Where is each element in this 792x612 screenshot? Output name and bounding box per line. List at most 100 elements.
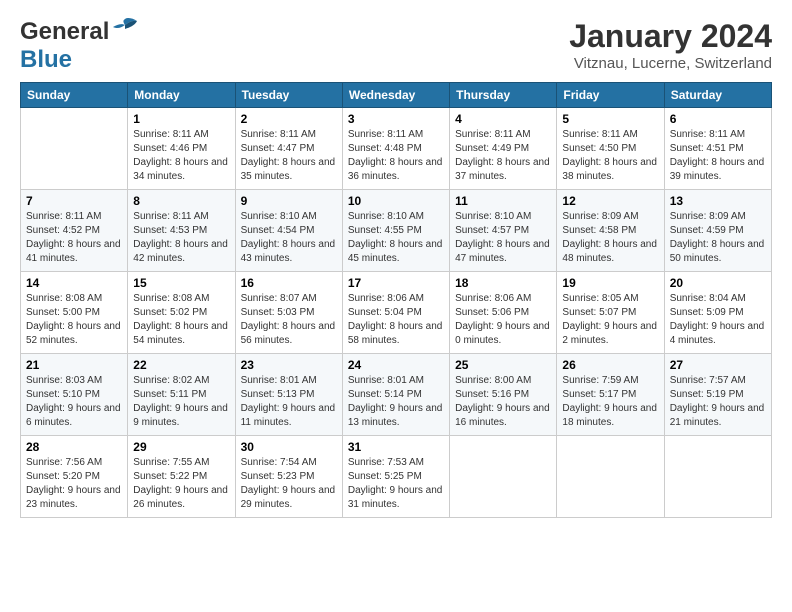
sunset-text: Sunset: 4:48 PM — [348, 143, 422, 154]
daylight-text: Daylight: 9 hours and 31 minutes. — [348, 485, 443, 510]
daylight-text: Daylight: 8 hours and 34 minutes. — [133, 157, 228, 182]
table-row: 28 Sunrise: 7:56 AM Sunset: 5:20 PM Dayl… — [21, 436, 128, 518]
sunrise-text: Sunrise: 7:55 AM — [133, 457, 209, 468]
sunset-text: Sunset: 5:25 PM — [348, 471, 422, 482]
day-number: 15 — [133, 276, 229, 290]
table-row: 12 Sunrise: 8:09 AM Sunset: 4:58 PM Dayl… — [557, 190, 664, 272]
daylight-text: Daylight: 9 hours and 13 minutes. — [348, 403, 443, 428]
day-info: Sunrise: 7:54 AM Sunset: 5:23 PM Dayligh… — [241, 456, 337, 512]
daylight-text: Daylight: 9 hours and 2 minutes. — [562, 321, 657, 346]
sunrise-text: Sunrise: 7:56 AM — [26, 457, 102, 468]
sunrise-text: Sunrise: 8:09 AM — [562, 211, 638, 222]
sunset-text: Sunset: 4:55 PM — [348, 225, 422, 236]
sunset-text: Sunset: 4:49 PM — [455, 143, 529, 154]
day-info: Sunrise: 7:56 AM Sunset: 5:20 PM Dayligh… — [26, 456, 122, 512]
day-info: Sunrise: 8:02 AM Sunset: 5:11 PM Dayligh… — [133, 374, 229, 430]
calendar-week-row: 14 Sunrise: 8:08 AM Sunset: 5:00 PM Dayl… — [21, 272, 772, 354]
sunset-text: Sunset: 5:22 PM — [133, 471, 207, 482]
sunrise-text: Sunrise: 8:01 AM — [348, 375, 424, 386]
table-row — [450, 436, 557, 518]
sunrise-text: Sunrise: 8:07 AM — [241, 293, 317, 304]
day-info: Sunrise: 8:04 AM Sunset: 5:09 PM Dayligh… — [670, 292, 766, 348]
day-info: Sunrise: 7:53 AM Sunset: 5:25 PM Dayligh… — [348, 456, 444, 512]
sunrise-text: Sunrise: 8:10 AM — [348, 211, 424, 222]
month-title: January 2024 — [569, 18, 772, 55]
day-number: 11 — [455, 194, 551, 208]
day-number: 1 — [133, 112, 229, 126]
day-info: Sunrise: 8:06 AM Sunset: 5:04 PM Dayligh… — [348, 292, 444, 348]
daylight-text: Daylight: 8 hours and 41 minutes. — [26, 239, 121, 264]
calendar-week-row: 21 Sunrise: 8:03 AM Sunset: 5:10 PM Dayl… — [21, 354, 772, 436]
table-row: 9 Sunrise: 8:10 AM Sunset: 4:54 PM Dayli… — [235, 190, 342, 272]
sunset-text: Sunset: 5:00 PM — [26, 307, 100, 318]
table-row: 15 Sunrise: 8:08 AM Sunset: 5:02 PM Dayl… — [128, 272, 235, 354]
day-number: 24 — [348, 358, 444, 372]
day-info: Sunrise: 8:10 AM Sunset: 4:54 PM Dayligh… — [241, 210, 337, 266]
sunrise-text: Sunrise: 8:00 AM — [455, 375, 531, 386]
day-info: Sunrise: 7:55 AM Sunset: 5:22 PM Dayligh… — [133, 456, 229, 512]
table-row: 30 Sunrise: 7:54 AM Sunset: 5:23 PM Dayl… — [235, 436, 342, 518]
table-row: 24 Sunrise: 8:01 AM Sunset: 5:14 PM Dayl… — [342, 354, 449, 436]
day-info: Sunrise: 8:05 AM Sunset: 5:07 PM Dayligh… — [562, 292, 658, 348]
calendar-table: Sunday Monday Tuesday Wednesday Thursday… — [20, 82, 772, 518]
day-number: 2 — [241, 112, 337, 126]
day-number: 13 — [670, 194, 766, 208]
sunset-text: Sunset: 5:11 PM — [133, 389, 206, 400]
day-info: Sunrise: 8:06 AM Sunset: 5:06 PM Dayligh… — [455, 292, 551, 348]
table-row: 21 Sunrise: 8:03 AM Sunset: 5:10 PM Dayl… — [21, 354, 128, 436]
day-number: 23 — [241, 358, 337, 372]
day-number: 3 — [348, 112, 444, 126]
daylight-text: Daylight: 9 hours and 16 minutes. — [455, 403, 550, 428]
day-info: Sunrise: 8:09 AM Sunset: 4:59 PM Dayligh… — [670, 210, 766, 266]
sunrise-text: Sunrise: 8:09 AM — [670, 211, 746, 222]
title-area: January 2024 Vitznau, Lucerne, Switzerla… — [569, 18, 772, 72]
sunrise-text: Sunrise: 8:11 AM — [26, 211, 101, 222]
calendar-week-row: 28 Sunrise: 7:56 AM Sunset: 5:20 PM Dayl… — [21, 436, 772, 518]
daylight-text: Daylight: 8 hours and 43 minutes. — [241, 239, 336, 264]
daylight-text: Daylight: 9 hours and 6 minutes. — [26, 403, 121, 428]
location-title: Vitznau, Lucerne, Switzerland — [569, 55, 772, 72]
sunrise-text: Sunrise: 8:01 AM — [241, 375, 317, 386]
sunrise-text: Sunrise: 8:11 AM — [455, 129, 530, 140]
daylight-text: Daylight: 9 hours and 9 minutes. — [133, 403, 228, 428]
daylight-text: Daylight: 9 hours and 26 minutes. — [133, 485, 228, 510]
day-info: Sunrise: 8:11 AM Sunset: 4:47 PM Dayligh… — [241, 128, 337, 184]
sunrise-text: Sunrise: 8:11 AM — [133, 129, 208, 140]
day-number: 16 — [241, 276, 337, 290]
calendar-week-row: 1 Sunrise: 8:11 AM Sunset: 4:46 PM Dayli… — [21, 108, 772, 190]
table-row: 19 Sunrise: 8:05 AM Sunset: 5:07 PM Dayl… — [557, 272, 664, 354]
day-number: 7 — [26, 194, 122, 208]
day-number: 4 — [455, 112, 551, 126]
table-row: 23 Sunrise: 8:01 AM Sunset: 5:13 PM Dayl… — [235, 354, 342, 436]
logo-blue: Blue — [20, 46, 72, 74]
day-number: 30 — [241, 440, 337, 454]
daylight-text: Daylight: 9 hours and 23 minutes. — [26, 485, 121, 510]
sunset-text: Sunset: 5:07 PM — [562, 307, 636, 318]
day-info: Sunrise: 8:10 AM Sunset: 4:57 PM Dayligh… — [455, 210, 551, 266]
day-number: 31 — [348, 440, 444, 454]
day-number: 27 — [670, 358, 766, 372]
day-number: 9 — [241, 194, 337, 208]
sunset-text: Sunset: 5:19 PM — [670, 389, 744, 400]
sunset-text: Sunset: 4:53 PM — [133, 225, 207, 236]
sunrise-text: Sunrise: 7:57 AM — [670, 375, 746, 386]
daylight-text: Daylight: 8 hours and 47 minutes. — [455, 239, 550, 264]
day-number: 18 — [455, 276, 551, 290]
day-info: Sunrise: 8:09 AM Sunset: 4:58 PM Dayligh… — [562, 210, 658, 266]
sunrise-text: Sunrise: 8:10 AM — [241, 211, 317, 222]
table-row: 16 Sunrise: 8:07 AM Sunset: 5:03 PM Dayl… — [235, 272, 342, 354]
table-row — [664, 436, 771, 518]
sunrise-text: Sunrise: 7:59 AM — [562, 375, 638, 386]
sunset-text: Sunset: 4:58 PM — [562, 225, 636, 236]
day-info: Sunrise: 7:59 AM Sunset: 5:17 PM Dayligh… — [562, 374, 658, 430]
table-row: 3 Sunrise: 8:11 AM Sunset: 4:48 PM Dayli… — [342, 108, 449, 190]
day-number: 26 — [562, 358, 658, 372]
table-row: 13 Sunrise: 8:09 AM Sunset: 4:59 PM Dayl… — [664, 190, 771, 272]
table-row: 18 Sunrise: 8:06 AM Sunset: 5:06 PM Dayl… — [450, 272, 557, 354]
daylight-text: Daylight: 8 hours and 38 minutes. — [562, 157, 657, 182]
table-row: 11 Sunrise: 8:10 AM Sunset: 4:57 PM Dayl… — [450, 190, 557, 272]
header: General Blue January 2024 Vitznau, Lucer… — [20, 18, 772, 74]
bird-icon — [111, 17, 139, 39]
daylight-text: Daylight: 8 hours and 42 minutes. — [133, 239, 228, 264]
daylight-text: Daylight: 9 hours and 4 minutes. — [670, 321, 765, 346]
